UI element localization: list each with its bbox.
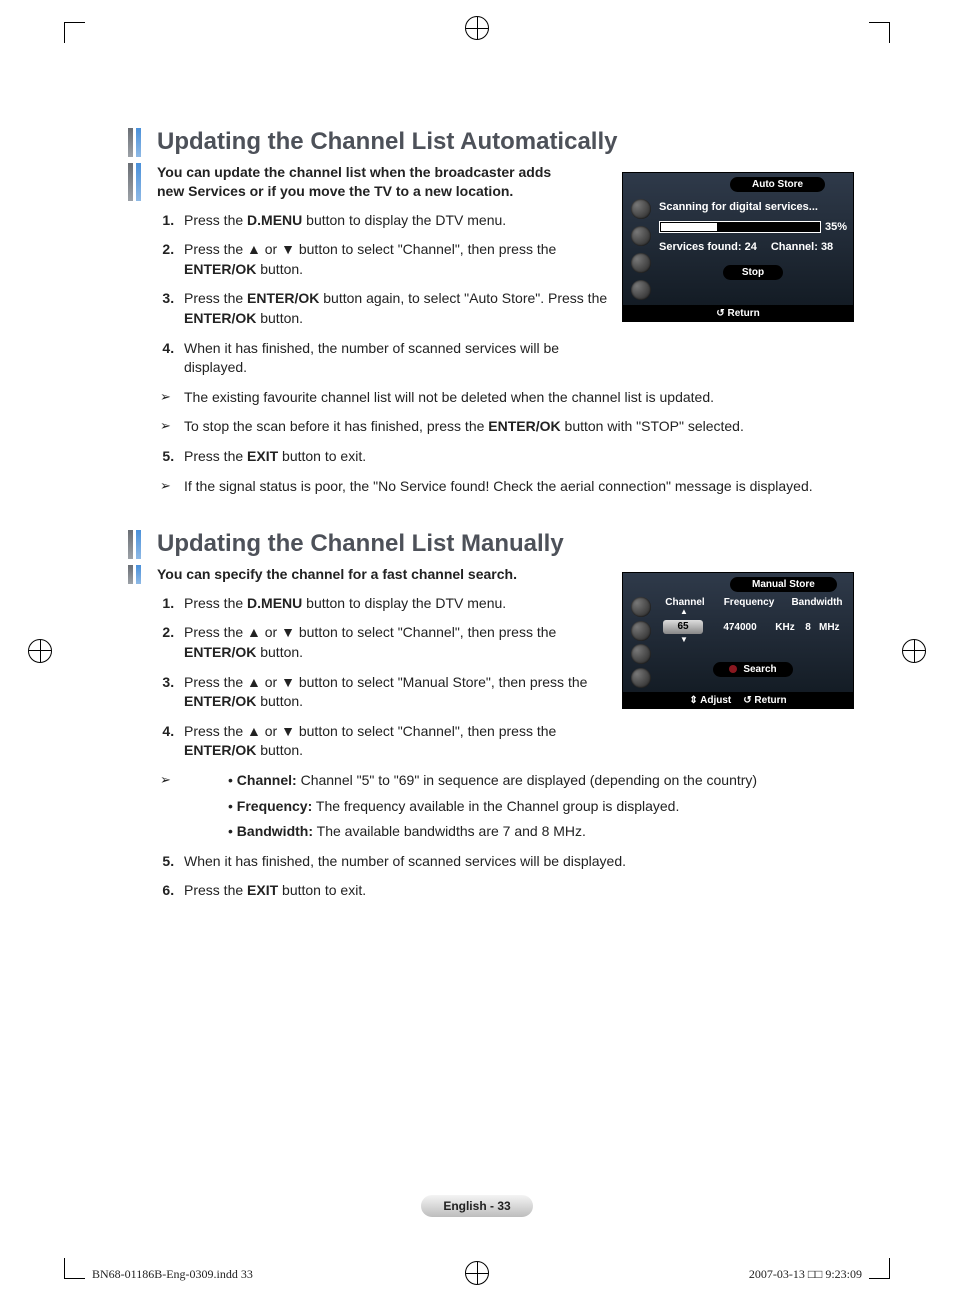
progress-track — [659, 221, 821, 233]
heading-accent-bar — [128, 163, 133, 201]
osd-progress: 35% — [659, 221, 847, 233]
crop-mark — [869, 22, 890, 43]
registration-mark-icon — [28, 639, 52, 663]
osd-scanning-text: Scanning for digital services... — [659, 201, 847, 213]
return-hint: Return — [743, 695, 786, 706]
note-item: • Channel: Channel "5" to "69" in sequen… — [160, 771, 854, 842]
tv-icon — [631, 597, 651, 617]
step-item: Press the ▲ or ▼ button to select "Manua… — [178, 673, 618, 712]
page: Updating the Channel List Automatically … — [0, 0, 954, 1301]
globe-icon — [631, 621, 651, 641]
crop-mark — [64, 22, 85, 43]
section-heading: Updating the Channel List Manually — [128, 530, 854, 559]
tv-icon — [631, 199, 651, 219]
note-item: The existing favourite channel list will… — [160, 388, 854, 408]
services-found: Services found: 24 — [659, 241, 757, 253]
crop-mark — [64, 1258, 85, 1279]
osd-side-icons — [627, 595, 655, 690]
sub-item: • Frequency: The frequency available in … — [204, 797, 854, 817]
registration-mark-icon — [465, 16, 489, 40]
step-item: Press the D.MENU button to display the D… — [178, 594, 618, 614]
button-ref: ENTER/OK — [247, 290, 319, 306]
osd-title: Manual Store — [730, 577, 837, 592]
header-bandwidth: Bandwidth — [787, 597, 847, 608]
section-title: Updating the Channel List Manually — [157, 530, 564, 559]
step-item: Press the EXIT button to exit. — [178, 881, 854, 901]
sub-item: • Channel: Channel "5" to "69" in sequen… — [204, 771, 854, 791]
button-ref: ENTER/OK — [184, 742, 256, 758]
sub-item: • Bandwidth: The available bandwidths ar… — [204, 822, 854, 842]
unit-mhz: MHz — [817, 622, 847, 633]
step-item: Press the ENTER/OK button again, to sele… — [178, 289, 618, 328]
osd-title: Auto Store — [730, 177, 825, 192]
osd-footer: Adjust Return — [623, 692, 853, 708]
osd-footer: Return — [623, 305, 853, 321]
osd-value-row: 65 474000 KHz 8 MHz — [659, 618, 847, 636]
step-item: Press the D.MENU button to display the D… — [178, 211, 618, 231]
button-ref: EXIT — [247, 448, 278, 464]
progress-fill — [661, 223, 717, 231]
imprint-file: BN68-01186B-Eng-0309.indd 33 — [92, 1267, 253, 1283]
button-ref: ENTER/OK — [184, 644, 256, 660]
chevron-down-icon: ▼ — [659, 636, 709, 644]
intro-text: You can specify the channel for a fast c… — [157, 565, 517, 584]
heading-accent-bar — [128, 128, 133, 157]
step-item: Press the EXIT button to exit. — [178, 447, 854, 467]
search-button[interactable]: Search — [713, 662, 792, 677]
osd-manual-store: Manual Store Channel Frequency Bandwidth… — [622, 572, 854, 709]
return-hint: Return — [716, 308, 759, 319]
search-row: Search — [659, 662, 847, 677]
unit-khz: KHz — [771, 622, 799, 633]
chevron-up-icon: ▲ — [659, 608, 709, 616]
progress-percent: 35% — [825, 221, 847, 233]
button-ref: ENTER/OK — [184, 693, 256, 709]
button-ref: ENTER/OK — [184, 261, 256, 277]
bandwidth-value: 8 — [799, 622, 817, 633]
button-ref: D.MENU — [247, 595, 302, 611]
section-heading: Updating the Channel List Automatically — [128, 128, 854, 157]
language-icon — [631, 280, 651, 300]
language-icon — [631, 668, 651, 688]
step-item: When it has finished, the number of scan… — [178, 852, 854, 872]
gear-icon — [631, 253, 651, 273]
step-item: When it has finished, the number of scan… — [178, 339, 618, 378]
step-item: Press the ▲ or ▼ button to select "Chann… — [178, 623, 618, 662]
button-ref: ENTER/OK — [184, 310, 256, 326]
header-frequency: Frequency — [711, 597, 787, 608]
gear-icon — [631, 644, 651, 664]
heading-accent-bar — [136, 163, 141, 201]
note-item: If the signal status is poor, the "No Se… — [160, 477, 854, 497]
osd-found-line: Services found: 24 Channel: 38 — [659, 241, 847, 253]
frequency-value: 474000 — [709, 622, 771, 633]
heading-accent-bar — [136, 128, 141, 157]
heading-accent-bar — [136, 530, 141, 559]
note-item: To stop the scan before it has finished,… — [160, 417, 854, 437]
osd-auto-store: Auto Store Scanning for digital services… — [622, 172, 854, 322]
step-item: Press the ▲ or ▼ button to select "Chann… — [178, 722, 618, 761]
page-number: English - 33 — [421, 1195, 532, 1217]
heading-accent-bar — [128, 530, 133, 559]
current-channel: Channel: 38 — [771, 241, 833, 253]
step-text: Press the — [184, 212, 247, 228]
globe-icon — [631, 226, 651, 246]
button-ref: EXIT — [247, 882, 278, 898]
button-ref: ENTER/OK — [488, 418, 560, 434]
adjust-hint: Adjust — [689, 695, 731, 706]
imprint-line: BN68-01186B-Eng-0309.indd 33 2007-03-13 … — [92, 1267, 862, 1283]
stop-button[interactable]: Stop — [723, 265, 783, 280]
step-item: Press the ▲ or ▼ button to select "Chann… — [178, 240, 618, 279]
page-number-footer: English - 33 — [0, 1195, 954, 1217]
heading-accent-bar — [128, 565, 133, 584]
registration-mark-icon — [902, 639, 926, 663]
imprint-timestamp: 2007-03-13 □□ 9:23:09 — [749, 1267, 862, 1283]
channel-value[interactable]: 65 — [663, 620, 703, 634]
crop-mark — [869, 1258, 890, 1279]
intro-text: You can update the channel list when the… — [157, 163, 577, 201]
heading-accent-bar — [136, 565, 141, 584]
section-title: Updating the Channel List Automatically — [157, 128, 617, 157]
osd-side-icons — [627, 195, 655, 303]
button-ref: D.MENU — [247, 212, 302, 228]
